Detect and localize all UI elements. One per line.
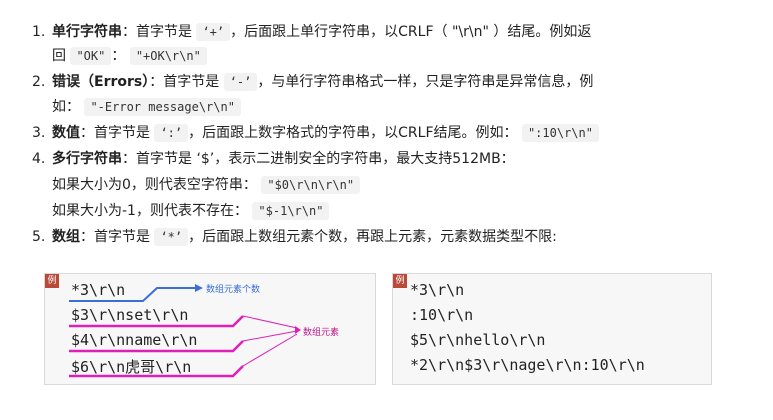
inline-code: "-Error message\r\n"	[84, 98, 241, 116]
item-title: 单行字符串	[52, 24, 122, 40]
inline-code: ‘+’	[196, 23, 231, 41]
list-item-array: 5. 数组：首字节是 ‘*’ ，后面跟上数组元素个数，再跟上元素，元素数据类型不限:	[32, 225, 752, 249]
inline-code: ‘$’	[196, 151, 215, 167]
item-number: 5.	[32, 229, 46, 245]
list-item-bulk-string: 4. 多行字符串：首字节是 ‘$’，表示二进制安全的字符串，最大支持512MB：	[32, 147, 752, 171]
item-text: 如：	[52, 99, 85, 115]
list-item-continuation: 回 "OK"： "+OK\r\n"	[52, 44, 207, 68]
item-title: 错误（Errors）	[52, 74, 150, 90]
example-panel-right: 例 *3\r\n :10\r\n $5\r\nhello\r\n *2\r\n$…	[392, 273, 712, 385]
inline-code: ‘*’	[154, 228, 189, 246]
list-item-continuation: 如： "-Error message\r\n"	[52, 95, 241, 119]
list-item-integer: 3. 数值：首字节是 ‘:’ ，后面跟上数字格式的字符串，以CRLF结尾。例如： "…	[32, 121, 752, 145]
item-text: ，后面跟上数字格式的字符串，以CRLF结尾。例如：	[188, 125, 522, 141]
list-item-continuation: 如果大小为-1，则代表不存在： "$-1\r\n"	[52, 199, 330, 223]
code-line: *2\r\n$3\r\nage\r\n:10\r\n	[410, 356, 645, 374]
item-text: ，后面跟上单行字符串，以CRLF（ "\r\n" ）结尾。例如返	[230, 24, 592, 40]
item-number: 4.	[32, 151, 46, 167]
item-text: ：首字节是	[122, 151, 197, 167]
list-item-errors: 2. 错误（Errors）：首字节是 ‘-’ ，与单行字符串格式一样，只是字符串是异…	[32, 70, 752, 94]
annotation-element-count: 数组元素个数	[206, 285, 261, 295]
item-title: 数组	[52, 229, 80, 245]
inline-code: "OK"	[70, 47, 112, 65]
code-line: :10\r\n	[410, 306, 474, 324]
inline-code: "$0\r\n\r\n"	[261, 176, 361, 194]
item-text: ：	[111, 48, 130, 64]
code-line: $5\r\nhello\r\n	[410, 331, 546, 349]
code-line: *3\r\n	[410, 281, 465, 299]
inline-code: ":10\r\n"	[521, 124, 599, 142]
inline-code: "$-1\r\n"	[252, 202, 330, 220]
item-text: 如果大小为0，则代表空字符串：	[52, 177, 262, 193]
item-text: ，后面跟上数组元素个数，再跟上元素，元素数据类型不限:	[188, 229, 557, 245]
list-item-simple-string: 1. 单行字符串：首字节是 ‘+’ ，后面跟上单行字符串，以CRLF（ "\r\n"…	[32, 20, 752, 44]
item-number: 2.	[32, 74, 46, 90]
item-text: 回	[52, 48, 71, 64]
item-title: 多行字符串	[52, 151, 122, 167]
example-panel-left: 例 *3\r\n $3\r\nset\r\n $4\r\nname\r\n $6…	[44, 273, 376, 385]
item-number: 3.	[32, 125, 46, 141]
item-text: ，表示二进制安全的字符串，最大支持512MB：	[214, 151, 515, 167]
list-item-continuation: 如果大小为0，则代表空字符串： "$0\r\n\r\n"	[52, 173, 361, 197]
inline-code: "+OK\r\n"	[129, 47, 207, 65]
annotation-array-elements: 数组元素	[303, 328, 340, 338]
inline-code: ‘-’	[223, 73, 258, 91]
item-title: 数值	[52, 125, 80, 141]
item-text: ：首字节是	[80, 125, 155, 141]
item-number: 1.	[32, 24, 46, 40]
item-text: ：首字节是	[122, 24, 197, 40]
example-tag: 例	[393, 274, 407, 288]
item-text: ：首字节是	[149, 74, 224, 90]
item-text: ，与单行字符串格式一样，只是字符串是异常信息，例	[257, 74, 594, 90]
item-text: ：首字节是	[80, 229, 155, 245]
item-text: 如果大小为-1，则代表不存在：	[52, 203, 253, 219]
inline-code: ‘:’	[154, 124, 189, 142]
